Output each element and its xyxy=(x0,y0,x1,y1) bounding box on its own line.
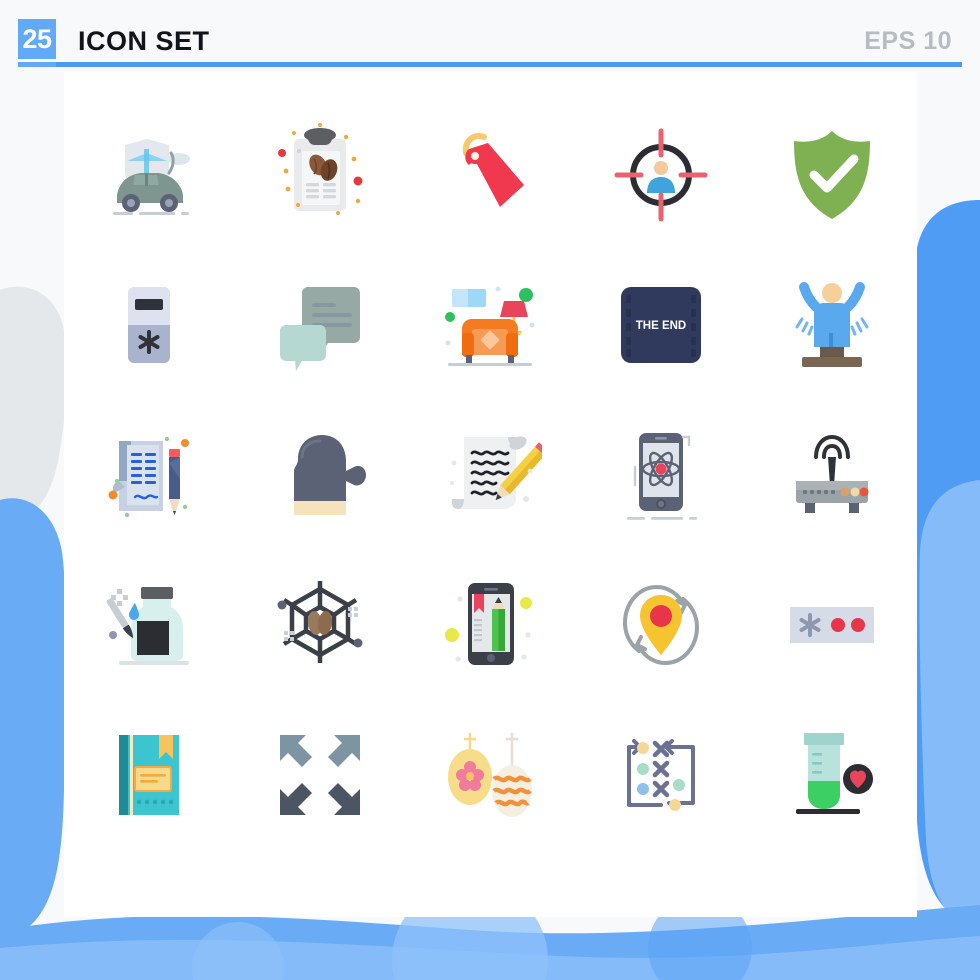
icon-cell-coffee-clipboard[interactable] xyxy=(235,100,406,250)
header-divider xyxy=(18,62,962,67)
icon-cell-strategy-board[interactable] xyxy=(576,700,747,850)
eps-version-label: EPS 10 xyxy=(864,27,952,55)
icon-cell-price-tag[interactable] xyxy=(405,100,576,250)
icon-cell-oven-mitt[interactable] xyxy=(235,400,406,550)
icon-cell-document-pencil[interactable] xyxy=(64,400,235,550)
icon-cell-science-phone[interactable] xyxy=(576,400,747,550)
icon-cell-celebration-podium[interactable] xyxy=(746,250,917,400)
icon-cell-expand-arrows[interactable] xyxy=(235,700,406,850)
icon-set-page: 25 ICON SET EPS 10 THE END xyxy=(0,0,980,980)
icon-cell-notes-phone[interactable] xyxy=(405,550,576,700)
icon-cell-the-end-film[interactable]: THE END xyxy=(576,250,747,400)
icon-cell-chat-bubbles[interactable] xyxy=(235,250,406,400)
svg-text:THE END: THE END xyxy=(636,320,686,332)
icon-cell-shield-check[interactable] xyxy=(746,100,917,250)
icon-cell-notebook[interactable] xyxy=(64,700,235,850)
icon-cell-car-insurance[interactable] xyxy=(64,100,235,250)
page-title: ICON SET xyxy=(78,26,210,56)
icon-cell-password-field[interactable] xyxy=(746,550,917,700)
icon-cell-target-audience[interactable] xyxy=(576,100,747,250)
icon-cell-spider-web[interactable] xyxy=(235,550,406,700)
icon-cell-easter-eggs[interactable] xyxy=(405,700,576,850)
header-divider-cap xyxy=(18,62,56,67)
icon-grid: THE END xyxy=(64,100,917,900)
icon-cell-wifi-router[interactable] xyxy=(746,400,917,550)
icon-cell-living-room[interactable] xyxy=(405,250,576,400)
icon-cell-ink-bottle[interactable] xyxy=(64,550,235,700)
icon-count-badge: 25 xyxy=(18,19,56,59)
icon-cell-blood-test[interactable] xyxy=(746,700,917,850)
icon-cell-location-refresh[interactable] xyxy=(576,550,747,700)
page-header: 25 ICON SET EPS 10 xyxy=(0,0,980,72)
icon-cell-thermostat[interactable] xyxy=(64,250,235,400)
icon-cell-contract-pencil[interactable] xyxy=(405,400,576,550)
